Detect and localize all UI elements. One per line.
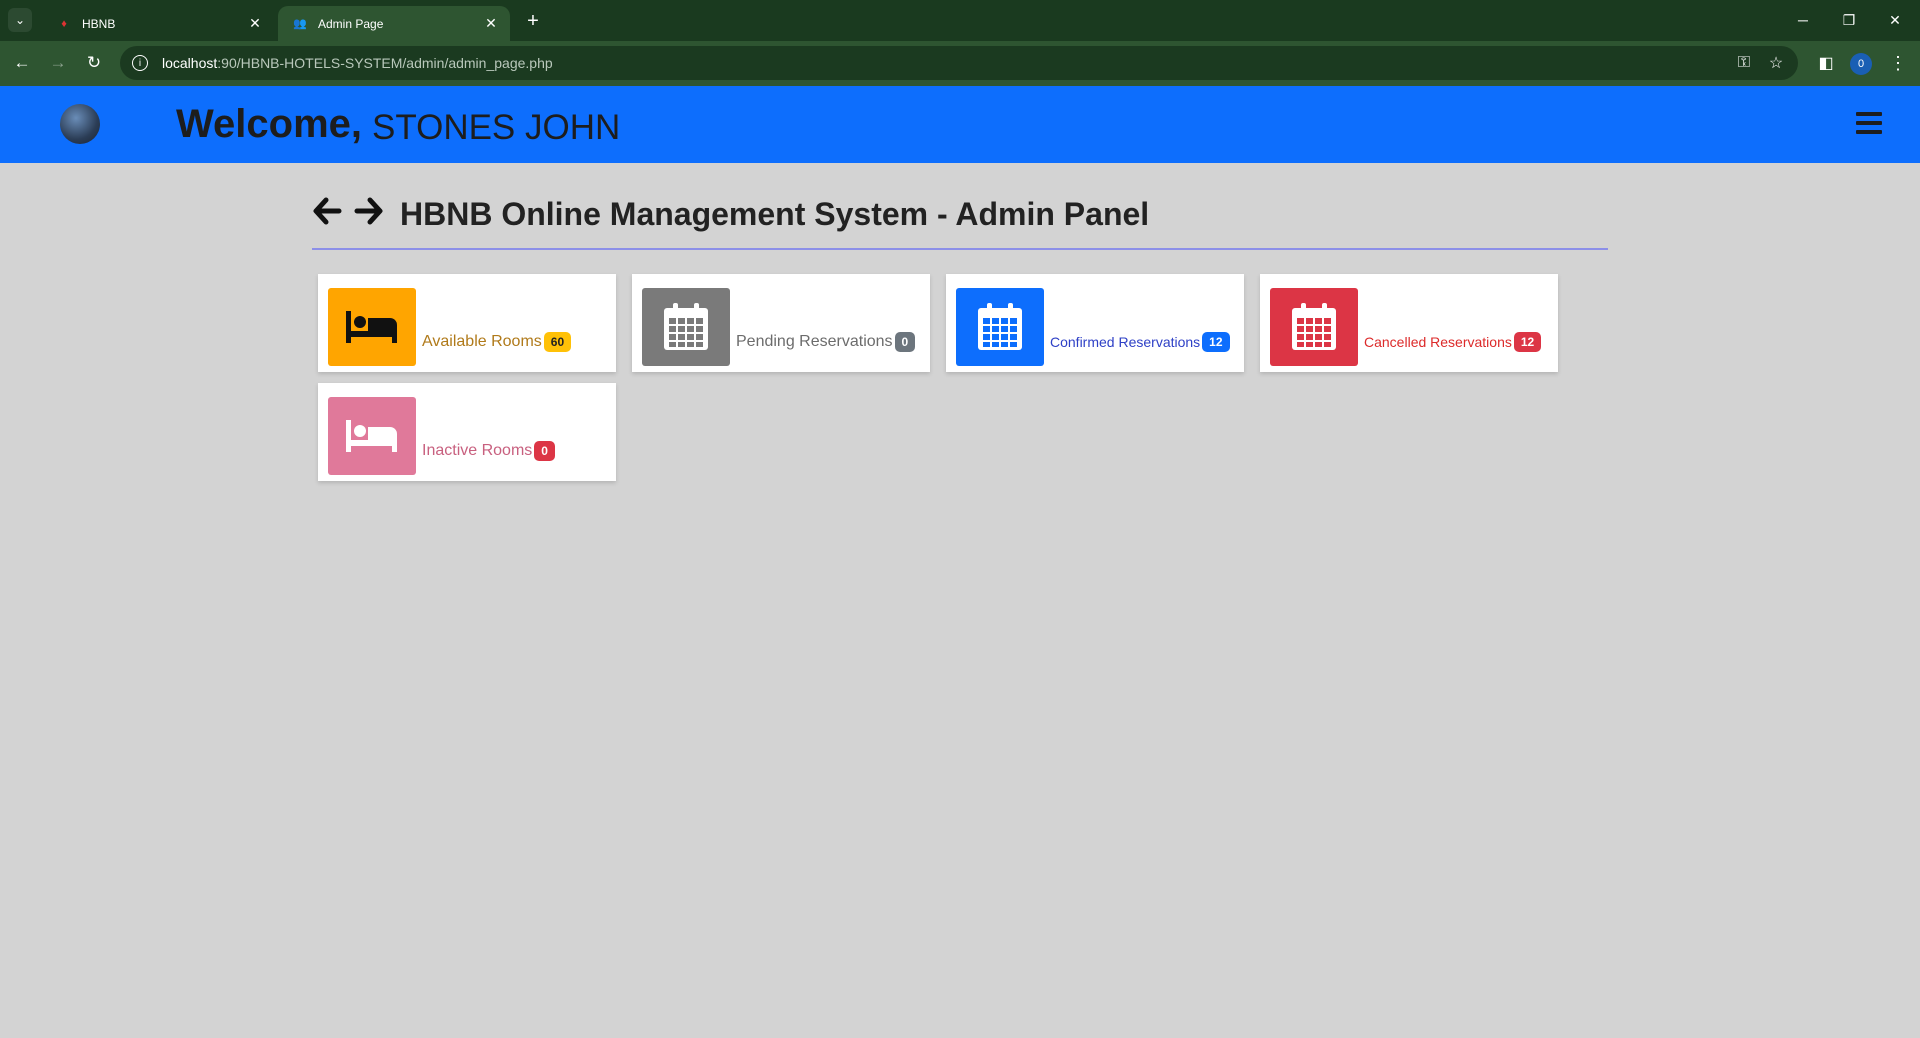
avatar[interactable] <box>60 104 100 144</box>
tab-admin-page[interactable]: 👥 Admin Page ✕ <box>278 6 510 41</box>
users-favicon-icon: 👥 <box>293 18 307 30</box>
tab-hbnb[interactable]: ♦ HBNB ✕ <box>42 6 274 41</box>
browser-tab-bar: ⌄ ♦ HBNB ✕ 👥 Admin Page ✕ + ─ ❐ ✕ <box>0 0 1920 41</box>
card-cancelled-reservations[interactable]: Cancelled Reservations 12 <box>1260 274 1558 372</box>
page-title: HBNB Online Management System - Admin Pa… <box>400 196 1150 232</box>
close-icon[interactable]: ✕ <box>482 15 500 32</box>
card-inactive-rooms[interactable]: Inactive Rooms 0 <box>318 383 616 481</box>
side-panel-icon[interactable]: ◧ <box>1812 49 1840 77</box>
bed-icon <box>328 288 416 366</box>
count-badge: 60 <box>543 332 572 352</box>
user-name: STONES JOHN <box>372 108 621 147</box>
card-pending-reservations[interactable]: Pending Reservations 0 <box>632 274 930 372</box>
profile-avatar[interactable]: 0 <box>1850 53 1872 75</box>
tab-title: HBNB <box>82 16 116 31</box>
new-tab-button[interactable]: + <box>520 8 546 34</box>
tab-search-button[interactable]: ⌄ <box>8 8 32 32</box>
forward-arrow-icon[interactable] <box>354 196 384 226</box>
calendar-icon <box>1270 288 1358 366</box>
close-icon[interactable]: ✕ <box>246 15 264 32</box>
calendar-icon <box>642 288 730 366</box>
card-available-rooms[interactable]: Available Rooms 60 <box>318 274 616 372</box>
back-button[interactable]: ← <box>8 49 36 77</box>
window-close-button[interactable]: ✕ <box>1872 6 1918 34</box>
bed-icon <box>328 397 416 475</box>
card-label: Available Rooms 60 <box>422 332 572 352</box>
password-key-icon[interactable]: ⚿ <box>1730 49 1758 77</box>
minimize-button[interactable]: ─ <box>1780 6 1826 34</box>
hbnb-favicon-icon: ♦ <box>61 17 67 30</box>
back-arrow-icon[interactable] <box>312 196 342 226</box>
tab-title: Admin Page <box>318 16 384 31</box>
count-badge: 12 <box>1513 332 1542 352</box>
bookmark-star-icon[interactable]: ☆ <box>1762 49 1790 77</box>
card-confirmed-reservations[interactable]: Confirmed Reservations 12 <box>946 274 1244 372</box>
site-header: Welcome, STONES JOHN <box>0 86 1920 163</box>
url-host: localhost <box>162 55 218 71</box>
browser-menu-icon[interactable]: ⋮ <box>1888 49 1908 77</box>
card-label: Inactive Rooms 0 <box>422 441 555 461</box>
count-badge: 12 <box>1202 332 1230 352</box>
browser-toolbar: ← → ↻ i localhost:90/HBNB-HOTELS-SYSTEM/… <box>0 41 1920 86</box>
card-label: Cancelled Reservations 12 <box>1364 332 1542 352</box>
card-label: Confirmed Reservations 12 <box>1050 332 1230 352</box>
address-bar[interactable]: i localhost:90/HBNB-HOTELS-SYSTEM/admin/… <box>120 46 1798 80</box>
url-path: :90/HBNB-HOTELS-SYSTEM/admin/admin_page.… <box>217 55 553 71</box>
reload-button[interactable]: ↻ <box>80 49 108 77</box>
site-info-icon[interactable]: i <box>132 55 148 71</box>
card-label: Pending Reservations 0 <box>736 332 916 352</box>
forward-button[interactable]: → <box>44 49 72 77</box>
welcome-text: Welcome, <box>176 102 362 146</box>
count-badge: 0 <box>534 441 555 461</box>
hamburger-menu-icon[interactable] <box>1856 112 1882 134</box>
title-divider <box>312 248 1608 250</box>
calendar-icon <box>956 288 1044 366</box>
count-badge: 0 <box>894 332 916 352</box>
restore-button[interactable]: ❐ <box>1826 6 1872 34</box>
